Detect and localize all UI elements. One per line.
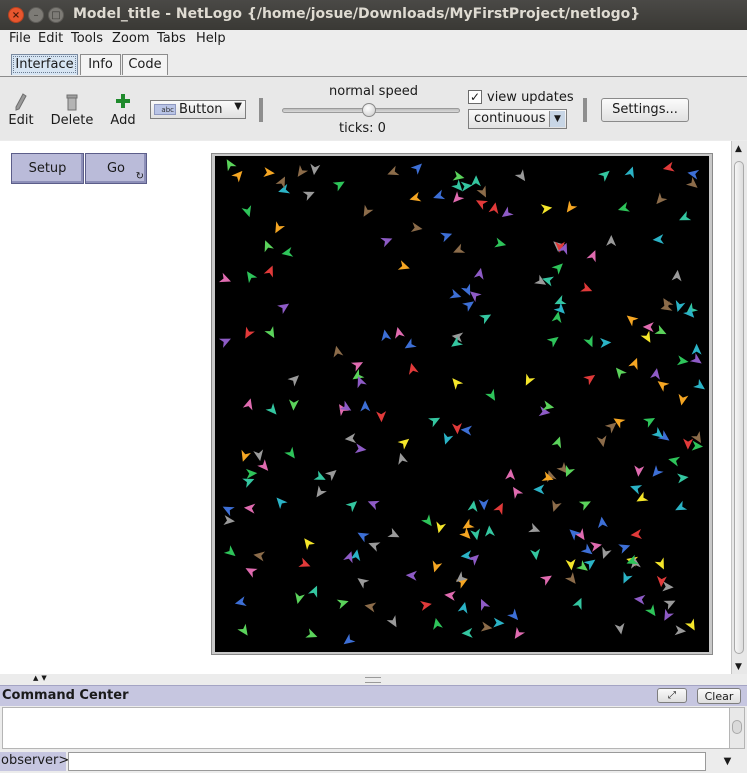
menu-tools[interactable]: Tools — [71, 31, 103, 46]
widget-type-value: Button — [179, 102, 223, 117]
menu-bar: File Edit Tools Zoom Tabs Help — [0, 30, 747, 50]
chevron-down-icon: ▼ — [549, 111, 565, 127]
command-center-header: Command Center ⤢ Clear — [0, 685, 747, 706]
close-window-button[interactable]: × — [8, 7, 24, 23]
window-titlebar: × – □ Model_title - NetLogo {/home/josue… — [0, 0, 747, 30]
command-output-scrollbar[interactable] — [729, 707, 745, 749]
tab-bar: Interface Info Code — [0, 52, 747, 78]
update-mode-value: continuous — [474, 111, 546, 126]
tab-interface[interactable]: Interface — [11, 54, 78, 75]
chevron-down-icon: ▼ — [234, 101, 242, 112]
edit-tool-label: Edit — [8, 113, 34, 128]
add-tool-button[interactable]: Add — [108, 91, 138, 128]
splitter-grip[interactable] — [365, 677, 381, 683]
speed-label: normal speed — [329, 84, 418, 99]
widget-type-select[interactable]: abc Button ▼ — [150, 100, 246, 119]
view-updates-checkbox[interactable]: ✓ — [468, 90, 482, 104]
menu-help[interactable]: Help — [196, 31, 226, 46]
minimize-window-button[interactable]: – — [28, 7, 44, 23]
clear-button[interactable]: Clear — [697, 688, 741, 704]
button-widget-icon: abc — [154, 104, 176, 115]
add-tool-label: Add — [110, 113, 136, 128]
window-title: Model_title - NetLogo {/home/josue/Downl… — [73, 6, 641, 22]
tab-code[interactable]: Code — [122, 54, 168, 75]
scrollbar-thumb[interactable] — [732, 720, 742, 734]
trash-icon — [66, 94, 78, 111]
pencil-icon — [15, 93, 27, 111]
tab-info[interactable]: Info — [80, 54, 121, 75]
command-output — [2, 707, 730, 749]
splitter-arrows-icon[interactable]: ▲▼ — [33, 674, 50, 682]
scroll-down-icon[interactable]: ▼ — [735, 662, 742, 672]
toolbar-separator — [259, 98, 263, 122]
menu-file[interactable]: File — [9, 31, 31, 46]
go-button-label: Go — [106, 161, 126, 176]
menu-tabs[interactable]: Tabs — [157, 31, 186, 46]
tab-interface-label: Interface — [13, 56, 76, 73]
scrollbar-thumb[interactable] — [734, 161, 744, 654]
menu-zoom[interactable]: Zoom — [112, 31, 149, 46]
maximize-window-button[interactable]: □ — [48, 7, 64, 23]
forever-icon: ↻ — [135, 171, 144, 182]
setup-button[interactable]: Setup — [11, 153, 84, 184]
delete-tool-button[interactable]: Delete — [50, 91, 94, 128]
speed-slider-thumb[interactable] — [362, 103, 376, 117]
tab-code-label: Code — [128, 57, 162, 72]
update-mode-select[interactable]: continuous ▼ — [468, 109, 567, 129]
tab-info-label: Info — [88, 57, 113, 72]
vertical-scrollbar[interactable]: ▲ ▼ — [731, 141, 747, 674]
panel-splitter[interactable]: ▲▼ — [0, 674, 747, 684]
view-updates-label: view updates — [487, 90, 574, 105]
expand-command-center-button[interactable]: ⤢ — [657, 688, 687, 703]
toolbar-separator — [583, 98, 587, 122]
ticks-counter: ticks: 0 — [339, 121, 386, 136]
menu-edit[interactable]: Edit — [38, 31, 63, 46]
command-center-title: Command Center — [2, 688, 129, 703]
world-view[interactable] — [215, 156, 709, 652]
history-dropdown-icon[interactable]: ▼ — [710, 752, 745, 771]
settings-button[interactable]: Settings... — [601, 98, 689, 122]
edit-tool-button[interactable]: Edit — [7, 91, 35, 128]
go-button[interactable]: Go ↻ — [85, 153, 147, 184]
command-input[interactable] — [68, 752, 706, 771]
scroll-up-icon[interactable]: ▲ — [735, 144, 742, 154]
agent-type-selector[interactable]: observer> — [0, 752, 69, 771]
delete-tool-label: Delete — [50, 113, 94, 128]
plus-icon — [116, 94, 130, 108]
setup-button-label: Setup — [28, 161, 67, 176]
